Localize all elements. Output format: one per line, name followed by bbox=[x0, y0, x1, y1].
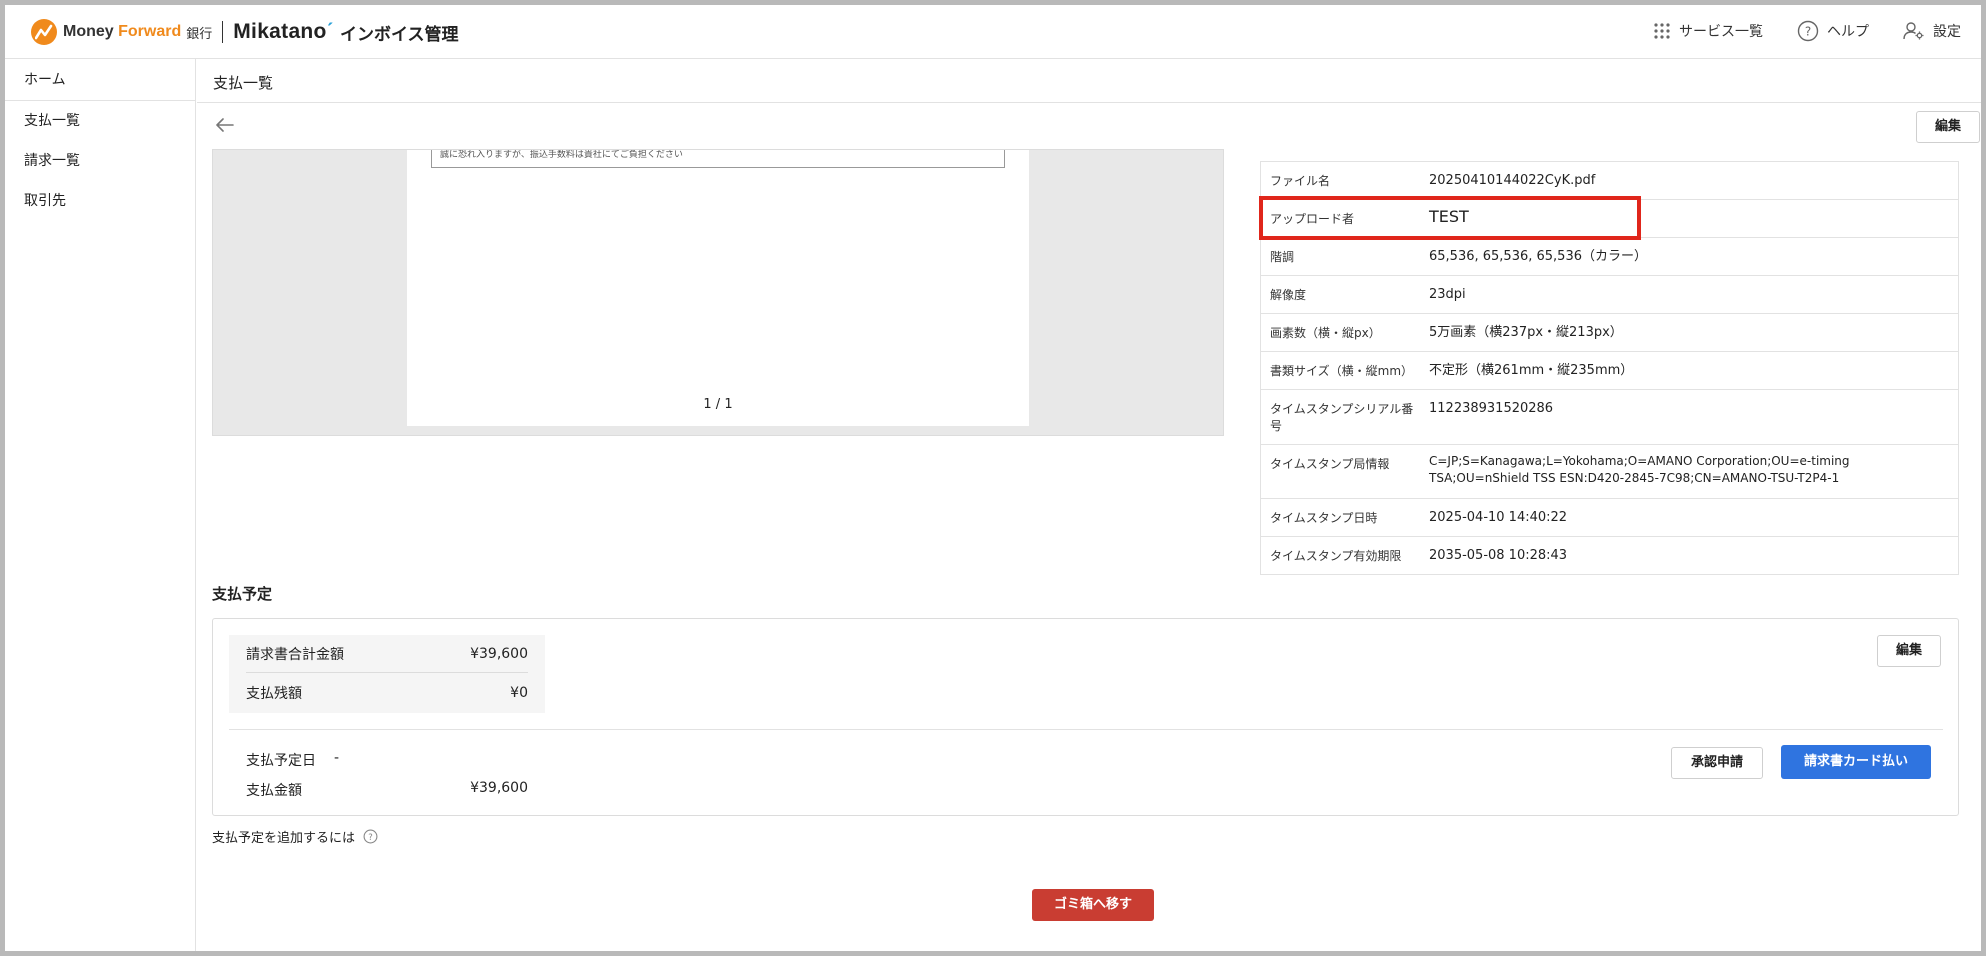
top-header: Money Forward 銀行 Mikatanoˊ インボイス管理 サービス一… bbox=[5, 5, 1981, 59]
payment-schedule-card: 請求書合計金額 ¥39,600 支払残額 ¥0 編集 支払予定日 - 支払金額 … bbox=[212, 618, 1959, 816]
svg-text:?: ? bbox=[1805, 25, 1811, 39]
brand-bank: 銀行 bbox=[186, 26, 213, 42]
metadata-row-doc-size: 書類サイズ（横・縦mm） 不定形（横261mm・縦235mm） bbox=[1261, 352, 1958, 390]
document-note-text: 誠に恐れ入りますが、振込手数料は貴社にてご負担ください bbox=[440, 150, 683, 160]
document-viewer[interactable]: 誠に恐れ入りますが、振込手数料は貴社にてご負担ください 1 / 1 bbox=[212, 149, 1224, 436]
add-schedule-text: 支払予定を追加するには bbox=[212, 831, 356, 846]
settings-label: 設定 bbox=[1933, 24, 1961, 40]
edit-button[interactable]: 編集 bbox=[1916, 111, 1980, 143]
metadata-row-filename: ファイル名 20250410144022CyK.pdf bbox=[1261, 162, 1958, 200]
metadata-key: タイムスタンプ局情報 bbox=[1270, 457, 1390, 471]
invoice-total-row: 請求書合計金額 ¥39,600 bbox=[246, 635, 528, 673]
metadata-value: 65,536, 65,536, 65,536（カラー） bbox=[1429, 249, 1647, 264]
metadata-key: 解像度 bbox=[1270, 288, 1307, 302]
document-page: 誠に恐れ入りますが、振込手数料は貴社にてご負担ください 1 / 1 bbox=[407, 150, 1029, 426]
due-date-label: 支払予定日 bbox=[246, 753, 316, 769]
brand-separator bbox=[222, 21, 224, 43]
balance-row: 支払残額 ¥0 bbox=[246, 674, 528, 712]
metadata-key: ファイル名 bbox=[1270, 174, 1331, 188]
metadata-value: 2035-05-08 10:28:43 bbox=[1429, 548, 1568, 563]
divider bbox=[229, 729, 1943, 730]
payment-schedule-title: 支払予定 bbox=[212, 585, 273, 603]
settings-menu[interactable]: 設定 bbox=[1903, 21, 1961, 41]
help-icon: ? bbox=[1797, 20, 1819, 42]
balance-value: ¥0 bbox=[510, 685, 528, 701]
metadata-row-ts-expiry: タイムスタンプ有効期限 2035-05-08 10:28:43 bbox=[1261, 537, 1958, 575]
back-arrow-icon[interactable] bbox=[215, 117, 235, 133]
metadata-key: タイムスタンプ有効期限 bbox=[1270, 549, 1402, 563]
metadata-key: 画素数（横・縦px） bbox=[1270, 326, 1381, 340]
metadata-row-gradation: 階調 65,536, 65,536, 65,536（カラー） bbox=[1261, 238, 1958, 276]
metadata-value: TEST bbox=[1429, 207, 1469, 226]
sidebar-item-payments[interactable]: 支払一覧 bbox=[5, 101, 195, 141]
grid-icon bbox=[1654, 23, 1670, 39]
document-note-box: 誠に恐れ入りますが、振込手数料は貴社にてご負担ください bbox=[431, 150, 1005, 168]
due-date-value: - bbox=[334, 750, 340, 766]
metadata-value: 23dpi bbox=[1429, 287, 1466, 302]
brand-logo[interactable]: Money Forward 銀行 Mikatanoˊ インボイス管理 bbox=[31, 19, 458, 45]
metadata-value: 112238931520286 bbox=[1429, 401, 1554, 416]
metadata-key: 書類サイズ（横・縦mm） bbox=[1270, 364, 1414, 378]
metadata-value: 不定形（横261mm・縦235mm） bbox=[1429, 363, 1634, 378]
sidebar-item-partners[interactable]: 取引先 bbox=[5, 181, 195, 221]
metadata-row-pixels: 画素数（横・縦px） 5万画素（横237px・縦213px） bbox=[1261, 314, 1958, 352]
card-payment-button[interactable]: 請求書カード払い bbox=[1781, 745, 1931, 779]
money-forward-logo-icon bbox=[31, 19, 57, 45]
svg-text:?: ? bbox=[368, 833, 373, 843]
metadata-key: タイムスタンプシリアル番号 bbox=[1270, 402, 1414, 433]
metadata-key: 階調 bbox=[1270, 250, 1295, 264]
payment-amount-value: ¥39,600 bbox=[470, 780, 528, 796]
invoice-total-value: ¥39,600 bbox=[470, 645, 528, 662]
metadata-value: 2025-04-10 14:40:22 bbox=[1429, 510, 1568, 525]
metadata-row-ts-serial: タイムスタンプシリアル番号 112238931520286 bbox=[1261, 390, 1958, 445]
payment-edit-button[interactable]: 編集 bbox=[1877, 635, 1941, 667]
header-nav: サービス一覧 ? ヘルプ 設定 bbox=[1653, 20, 1961, 42]
invoice-total-label: 請求書合計金額 bbox=[246, 646, 344, 663]
metadata-row-resolution: 解像度 23dpi bbox=[1261, 276, 1958, 314]
user-gear-icon bbox=[1903, 22, 1924, 40]
file-metadata-table: ファイル名 20250410144022CyK.pdf アップロード者 TEST… bbox=[1259, 161, 1959, 575]
metadata-row-ts-datetime: タイムスタンプ日時 2025-04-10 14:40:22 bbox=[1261, 499, 1958, 537]
brand-product-name: インボイス管理 bbox=[339, 24, 459, 45]
page-indicator: 1 / 1 bbox=[703, 397, 733, 412]
metadata-row-uploader: アップロード者 TEST bbox=[1259, 196, 1958, 240]
metadata-value: C=JP;S=Kanagawa;L=Yokohama;O=AMANO Corpo… bbox=[1429, 454, 1850, 485]
app-window: Money Forward 銀行 Mikatanoˊ インボイス管理 サービス一… bbox=[0, 0, 1986, 956]
add-schedule-hint: 支払予定を追加するには ? bbox=[212, 827, 378, 846]
help-icon[interactable]: ? bbox=[363, 829, 378, 844]
help-label: ヘルプ bbox=[1827, 24, 1869, 40]
brand-money-forward: Money Forward bbox=[63, 23, 182, 40]
metadata-key: タイムスタンプ日時 bbox=[1270, 511, 1378, 525]
balance-label: 支払残額 bbox=[246, 686, 302, 702]
services-menu[interactable]: サービス一覧 bbox=[1653, 21, 1763, 41]
sidebar-item-home[interactable]: ホーム bbox=[5, 59, 195, 101]
main-content: 支払一覧 編集 誠に恐れ入りますが、振込手数料は貴社にてご負担ください 1 / … bbox=[197, 59, 1981, 951]
metadata-key: アップロード者 bbox=[1270, 212, 1355, 226]
due-date-row: 支払予定日 - bbox=[246, 750, 339, 770]
sidebar: ホーム 支払一覧 請求一覧 取引先 bbox=[5, 59, 196, 951]
metadata-value: 5万画素（横237px・縦213px） bbox=[1429, 325, 1623, 340]
metadata-row-ts-authority: タイムスタンプ局情報 C=JP;S=Kanagawa;L=Yokohama;O=… bbox=[1261, 445, 1958, 499]
brand-mikatano: Mikatanoˊ bbox=[233, 20, 334, 43]
services-label: サービス一覧 bbox=[1679, 24, 1763, 40]
payment-amount-row: 支払金額 ¥39,600 bbox=[246, 780, 528, 800]
page-header: 支払一覧 bbox=[197, 59, 1981, 103]
metadata-value: 20250410144022CyK.pdf bbox=[1429, 173, 1596, 188]
page-title: 支払一覧 bbox=[213, 74, 274, 92]
move-to-trash-button[interactable]: ゴミ箱へ移す bbox=[1032, 889, 1154, 921]
sidebar-item-invoices[interactable]: 請求一覧 bbox=[5, 141, 195, 181]
invoice-summary: 請求書合計金額 ¥39,600 支払残額 ¥0 bbox=[229, 635, 545, 713]
approval-request-button[interactable]: 承認申請 bbox=[1671, 747, 1763, 779]
help-menu[interactable]: ? ヘルプ bbox=[1797, 20, 1869, 42]
payment-amount-label: 支払金額 bbox=[246, 783, 302, 799]
